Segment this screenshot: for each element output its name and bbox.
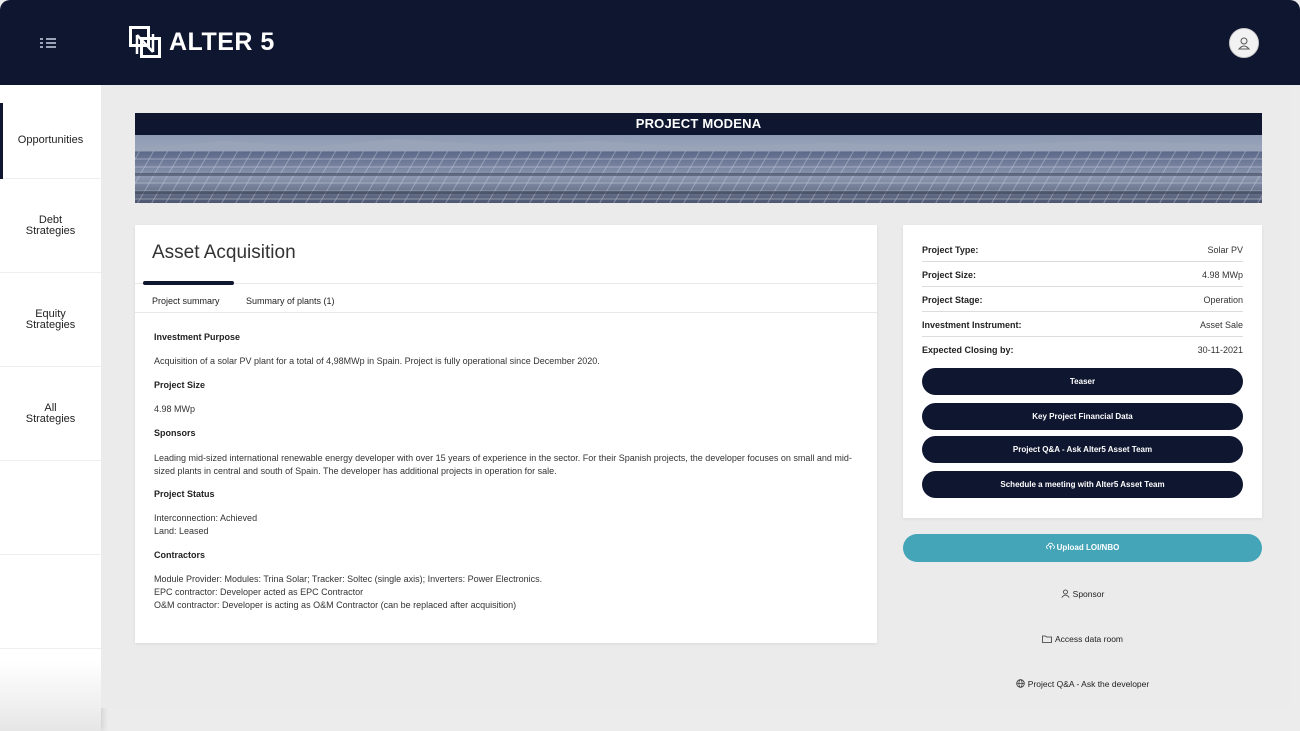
section-text: Interconnection: Achieved: [154, 513, 258, 523]
menu-icon[interactable]: [36, 34, 62, 52]
tab-bar: Project summary Summary of plants (1): [135, 281, 877, 314]
detail-value: 30-11-2021: [1197, 345, 1243, 355]
key-financial-data-button[interactable]: Key Project Financial Data: [922, 403, 1243, 430]
detail-row-project-size: Project Size: 4.98 MWp: [922, 262, 1243, 287]
user-icon: [1237, 37, 1251, 50]
cloud-upload-icon: [1045, 542, 1055, 550]
section-text: Acquisition of a solar PV plant for a to…: [154, 356, 600, 366]
user-avatar[interactable]: [1229, 28, 1259, 58]
section-text: Leading mid-sized international renewabl…: [154, 453, 852, 476]
sidebar: Opportunities Debt Strategies Equity Str…: [0, 85, 101, 731]
sidebar-fade: [0, 661, 101, 731]
detail-key: Project Type:: [922, 245, 979, 255]
sidebar-item-debt-strategies[interactable]: Debt Strategies: [0, 179, 101, 273]
section-text: EPC contractor: Developer acted as EPC C…: [154, 587, 364, 597]
sidebar-item-label: Equity Strategies: [25, 307, 76, 331]
sidebar-item-label: All Strategies: [25, 401, 76, 425]
project-summary-card: Asset Acquisition Project summary Summar…: [135, 225, 877, 643]
sidebar-item-label: Opportunities: [17, 134, 84, 146]
detail-key: Investment Instrument:: [922, 320, 1022, 330]
section-text: O&M contractor: Developer is acting as O…: [154, 600, 517, 610]
sidebar-empty-slot: [0, 461, 101, 555]
sidebar-item-label: Debt Strategies: [25, 213, 76, 237]
project-banner: PROJECT MODENA: [135, 113, 1262, 203]
detail-row-investment-instrument: Investment Instrument: Asset Sale: [922, 312, 1243, 337]
tab-summary-of-plants[interactable]: Summary of plants (1): [246, 284, 335, 314]
logo-mark-icon: [129, 26, 161, 58]
project-details-card: Project Type: Solar PV Project Size: 4.9…: [903, 225, 1262, 518]
detail-key: Expected Closing by:: [922, 345, 1014, 355]
section-heading: Contractors: [154, 550, 206, 560]
section-heading: Sponsors: [154, 428, 196, 438]
teaser-button[interactable]: Teaser: [922, 368, 1243, 395]
upload-loi-button[interactable]: Upload LOI/NBO: [903, 534, 1262, 562]
section-text: Land: Leased: [154, 526, 209, 536]
sidebar-item-all-strategies[interactable]: All Strategies: [0, 367, 101, 461]
data-room-link[interactable]: Access data room: [903, 634, 1262, 644]
solar-panels-image: [135, 135, 1262, 203]
sponsor-link[interactable]: Sponsor: [903, 589, 1262, 599]
detail-value: Operation: [1203, 295, 1243, 305]
section-heading: Project Size: [154, 380, 206, 390]
globe-icon: [1016, 679, 1025, 688]
detail-row-expected-closing: Expected Closing by: 30-11-2021: [922, 337, 1243, 362]
detail-row-project-stage: Project Stage: Operation: [922, 287, 1243, 312]
sidebar-empty-slot: [0, 555, 101, 649]
developer-qa-link[interactable]: Project Q&A - Ask the developer: [903, 679, 1262, 689]
sponsor-label: Sponsor: [1072, 589, 1105, 599]
brand-logo[interactable]: ALTER 5: [129, 26, 275, 58]
section-text: Module Provider: Modules: Trina Solar; T…: [154, 574, 543, 584]
developer-qa-label: Project Q&A - Ask the developer: [1027, 679, 1150, 689]
section-heading: Project Status: [154, 489, 215, 499]
brand-name: ALTER 5: [169, 27, 275, 56]
upload-label: Upload LOI/NBO: [1056, 543, 1120, 552]
data-room-label: Access data room: [1054, 634, 1124, 644]
section-heading: Investment Purpose: [154, 332, 241, 342]
top-navbar: ALTER 5: [0, 0, 1300, 85]
detail-value: 4.98 MWp: [1201, 270, 1243, 280]
tab-project-summary[interactable]: Project summary: [152, 284, 220, 314]
card-title: Asset Acquisition: [152, 242, 296, 263]
sidebar-item-equity-strategies[interactable]: Equity Strategies: [0, 273, 101, 367]
detail-value: Asset Sale: [1199, 320, 1243, 330]
sidebar-item-opportunities[interactable]: Opportunities: [0, 85, 101, 179]
asset-team-qa-button[interactable]: Project Q&A - Ask Alter5 Asset Team: [922, 436, 1243, 463]
detail-value: Solar PV: [1207, 245, 1243, 255]
detail-key: Project Stage:: [922, 295, 983, 305]
detail-row-project-type: Project Type: Solar PV: [922, 237, 1243, 262]
section-text: 4.98 MWp: [154, 404, 196, 414]
person-icon: [1061, 589, 1070, 598]
schedule-meeting-button[interactable]: Schedule a meeting with Alter5 Asset Tea…: [922, 471, 1243, 498]
folder-icon: [1042, 635, 1052, 643]
banner-title: PROJECT MODENA: [135, 113, 1262, 135]
detail-key: Project Size:: [922, 270, 977, 280]
